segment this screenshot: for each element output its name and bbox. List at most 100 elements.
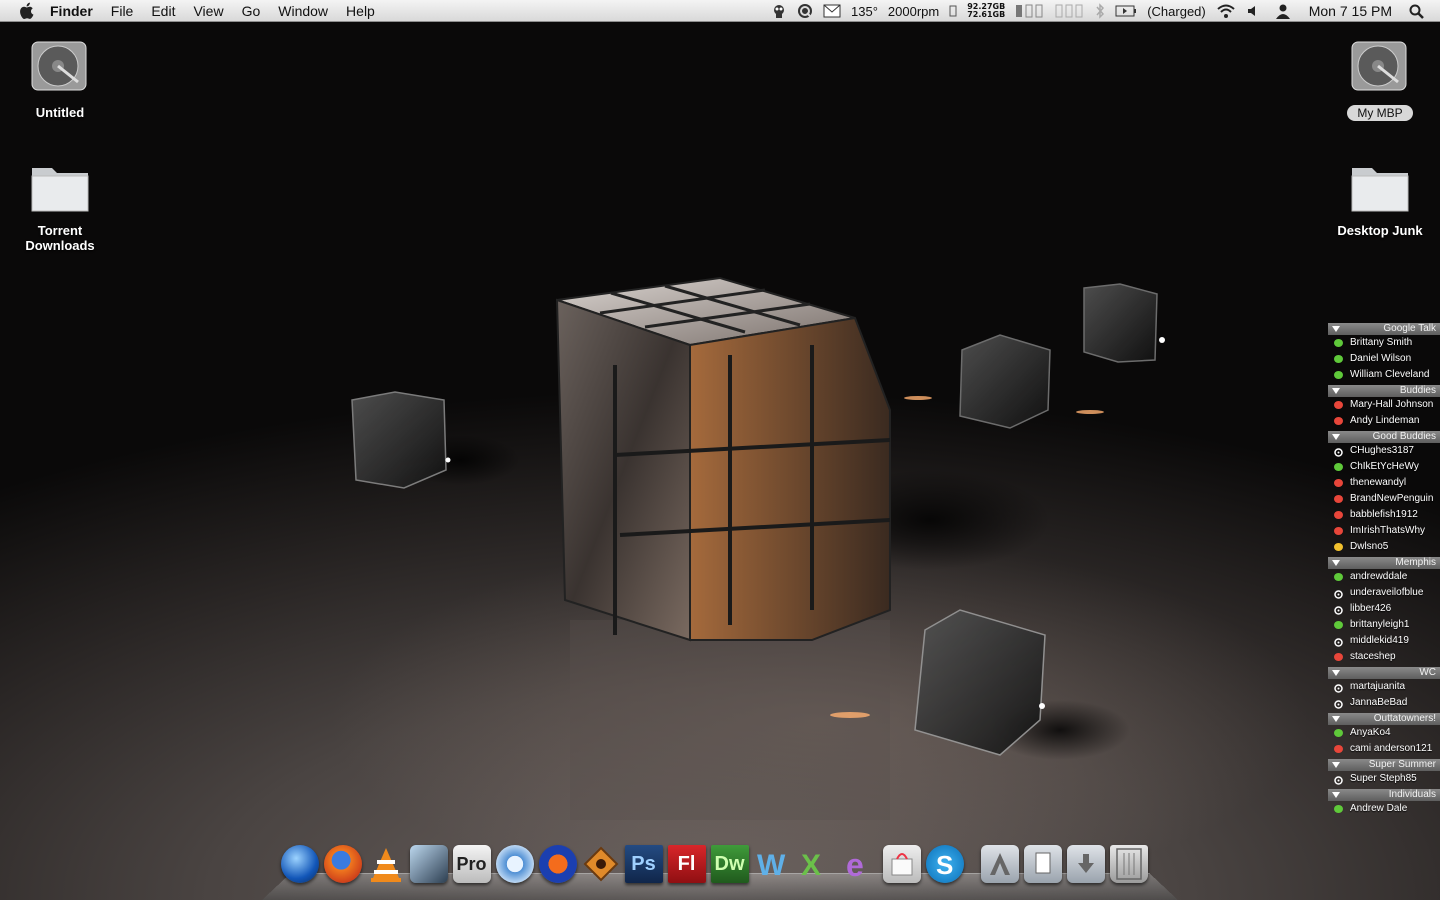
dreamweaver-icon[interactable]: Dw bbox=[710, 842, 749, 886]
buddy-item[interactable]: Dwlsno5 bbox=[1328, 539, 1440, 555]
menu-window[interactable]: Window bbox=[269, 0, 337, 22]
menu-edit[interactable]: Edit bbox=[142, 0, 184, 22]
trash-icon[interactable] bbox=[1109, 842, 1148, 886]
buddy-item[interactable]: thenewandyl bbox=[1328, 475, 1440, 491]
disclosure-triangle-icon[interactable] bbox=[1332, 434, 1340, 440]
alien-menulet-icon[interactable] bbox=[766, 0, 792, 22]
busy-status-icon bbox=[1334, 417, 1343, 425]
buddy-item[interactable]: ChIkEtYcHeWy bbox=[1328, 459, 1440, 475]
menu-file[interactable]: File bbox=[102, 0, 143, 22]
buddy-item[interactable]: Andrew Dale bbox=[1328, 801, 1440, 817]
audacity-icon-tile bbox=[538, 845, 577, 883]
buddy-group-header[interactable]: Google Talk bbox=[1328, 323, 1440, 335]
battery-icon[interactable] bbox=[1110, 0, 1142, 22]
menu-help[interactable]: Help bbox=[337, 0, 384, 22]
word-icon[interactable]: W bbox=[753, 842, 792, 886]
buddy-item[interactable]: Andy Lindeman bbox=[1328, 413, 1440, 429]
documents-stack-icon-tile bbox=[1023, 845, 1062, 883]
buddy-item[interactable]: Super Steph85 bbox=[1328, 771, 1440, 787]
audacity-icon[interactable] bbox=[538, 842, 577, 886]
desktop-icon-torrent-downloads[interactable]: Torrent Downloads bbox=[10, 158, 110, 253]
buddy-item[interactable]: staceshep bbox=[1328, 649, 1440, 665]
buddy-item[interactable]: Brittany Smith bbox=[1328, 335, 1440, 351]
buddy-item[interactable]: CHughes3187 bbox=[1328, 443, 1440, 459]
disclosure-triangle-icon[interactable] bbox=[1332, 326, 1340, 332]
buddy-group-header[interactable]: Super Summer bbox=[1328, 759, 1440, 771]
disclosure-triangle-icon[interactable] bbox=[1332, 670, 1340, 676]
available-status-icon bbox=[1334, 573, 1343, 581]
documents-stack-icon[interactable] bbox=[1023, 842, 1062, 886]
photoshop-icon[interactable]: Ps bbox=[624, 842, 663, 886]
menu-view[interactable]: View bbox=[184, 0, 232, 22]
buddy-item[interactable]: AnyaKo4 bbox=[1328, 725, 1440, 741]
buddy-item[interactable]: BrandNewPenguin bbox=[1328, 491, 1440, 507]
downloads-stack-icon[interactable] bbox=[1066, 842, 1105, 886]
itunes-icon-tile bbox=[495, 845, 534, 883]
battery-status[interactable]: (Charged) bbox=[1142, 0, 1211, 22]
desktop-icon-my-mbp[interactable]: My MBP bbox=[1330, 36, 1430, 121]
cd-ripper-icon[interactable] bbox=[409, 842, 448, 886]
disclosure-triangle-icon[interactable] bbox=[1332, 716, 1340, 722]
disclosure-triangle-icon[interactable] bbox=[1332, 388, 1340, 394]
app-store-bag-icon[interactable] bbox=[882, 842, 921, 886]
disclosure-triangle-icon[interactable] bbox=[1332, 560, 1340, 566]
disclosure-triangle-icon[interactable] bbox=[1332, 792, 1340, 798]
idle-status-icon bbox=[1334, 683, 1343, 693]
spotlight-search-icon[interactable] bbox=[1404, 0, 1440, 22]
buddy-item[interactable]: middlekid419 bbox=[1328, 633, 1440, 649]
user-icon[interactable] bbox=[1265, 0, 1301, 22]
desktop-icon-desktop-junk[interactable]: Desktop Junk bbox=[1330, 158, 1430, 238]
desktop-icon-label-selected: My MBP bbox=[1347, 105, 1413, 121]
buddy-item[interactable]: martajuanita bbox=[1328, 679, 1440, 695]
idle-status-icon bbox=[1334, 699, 1343, 709]
entourage-icon[interactable]: e bbox=[839, 842, 878, 886]
flash-icon[interactable]: Fl bbox=[667, 842, 706, 886]
buddy-item[interactable]: brittanyleigh1 bbox=[1328, 617, 1440, 633]
buddy-item[interactable]: Daniel Wilson bbox=[1328, 351, 1440, 367]
buddy-group-header[interactable]: Individuals bbox=[1328, 789, 1440, 801]
vlc-icon[interactable] bbox=[366, 842, 405, 886]
itunes-icon[interactable] bbox=[495, 842, 534, 886]
buddy-item[interactable]: andrewddale bbox=[1328, 569, 1440, 585]
buddy-name: cami anderson121 bbox=[1350, 743, 1433, 754]
pro-icon[interactable]: Pro bbox=[452, 842, 491, 886]
menu-go[interactable]: Go bbox=[233, 0, 270, 22]
apple-menu-icon[interactable] bbox=[18, 2, 36, 20]
disk-space-readout[interactable]: 92.27GB 72.61GB bbox=[962, 0, 1010, 22]
buddy-group-header[interactable]: WC bbox=[1328, 667, 1440, 679]
temperature-readout[interactable]: 135° bbox=[846, 0, 883, 22]
quicksilver-menulet-icon[interactable] bbox=[792, 0, 818, 22]
buddy-group-header[interactable]: Memphis bbox=[1328, 557, 1440, 569]
quicksilver-icon[interactable] bbox=[280, 842, 319, 886]
buddy-group-header[interactable]: Outtatowners! bbox=[1328, 713, 1440, 725]
memory-meter-icon[interactable] bbox=[1010, 0, 1050, 22]
buddy-name: staceshep bbox=[1350, 651, 1396, 662]
buddy-item[interactable]: underaveilofblue bbox=[1328, 585, 1440, 601]
buddy-item[interactable]: libber426 bbox=[1328, 601, 1440, 617]
mail-icon[interactable] bbox=[818, 0, 846, 22]
buddy-item[interactable]: cami anderson121 bbox=[1328, 741, 1440, 757]
buddy-item[interactable]: Mary-Hall Johnson bbox=[1328, 397, 1440, 413]
volume-icon[interactable] bbox=[1241, 0, 1265, 22]
wifi-icon[interactable] bbox=[1211, 0, 1241, 22]
buddy-item[interactable]: babblefish1912 bbox=[1328, 507, 1440, 523]
desktop-icon-untitled-drive[interactable]: Untitled bbox=[10, 36, 110, 120]
clock[interactable]: Mon 7 15 PM bbox=[1301, 3, 1404, 19]
firefox-icon[interactable] bbox=[323, 842, 362, 886]
cpu-meter-icon[interactable] bbox=[1050, 0, 1090, 22]
applications-stack-icon[interactable] bbox=[980, 842, 1019, 886]
reason-icon[interactable] bbox=[581, 842, 620, 886]
reason-icon-tile bbox=[582, 845, 620, 883]
buddy-item[interactable]: William Cleveland bbox=[1328, 367, 1440, 383]
buddy-item[interactable]: ImIrishThatsWhy bbox=[1328, 523, 1440, 539]
fan-speed-readout[interactable]: 2000rpm bbox=[883, 0, 944, 22]
disclosure-triangle-icon[interactable] bbox=[1332, 762, 1340, 768]
buddy-group-header[interactable]: Good Buddies bbox=[1328, 431, 1440, 443]
buddy-group-name: Buddies bbox=[1399, 385, 1436, 396]
excel-icon[interactable]: X bbox=[796, 842, 835, 886]
menu-app-finder[interactable]: Finder bbox=[50, 0, 102, 22]
buddy-group-header[interactable]: Buddies bbox=[1328, 385, 1440, 397]
skype-icon[interactable]: S bbox=[925, 842, 964, 886]
bluetooth-icon[interactable] bbox=[1090, 0, 1110, 22]
buddy-item[interactable]: JannaBeBad bbox=[1328, 695, 1440, 711]
